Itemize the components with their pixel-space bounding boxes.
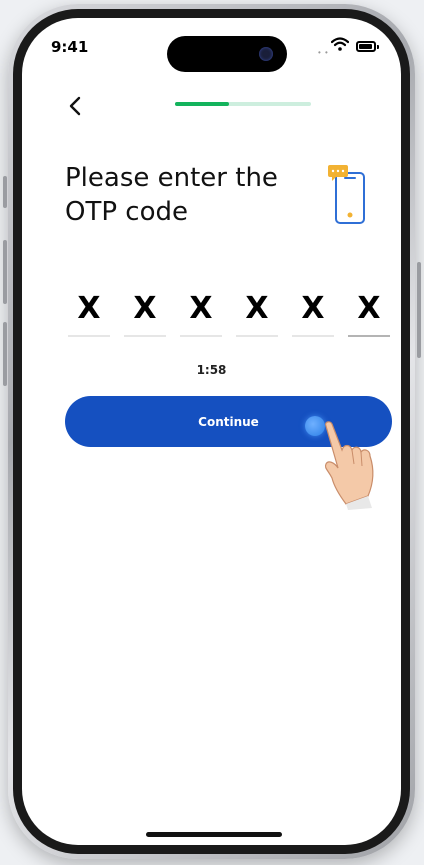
otp-underline-5 — [292, 335, 334, 337]
page-title: Please enter the OTP code — [65, 163, 278, 227]
otp-digit-1[interactable]: X — [68, 288, 110, 330]
silent-switch — [3, 176, 7, 208]
otp-digit-4[interactable]: X — [236, 288, 278, 330]
status-time: 9:41 — [51, 38, 89, 56]
progress-fill — [175, 102, 230, 106]
otp-digit-5[interactable]: X — [292, 288, 334, 330]
countdown-timer: 1:58 — [196, 363, 227, 377]
otp-digit-3[interactable]: X — [180, 288, 222, 330]
continue-button-label: Continue — [198, 414, 259, 429]
volume-up-button — [3, 240, 7, 304]
otp-digit-2[interactable]: X — [124, 288, 166, 330]
pointing-hand-icon — [324, 421, 374, 510]
battery-icon — [356, 41, 379, 52]
otp-digit-6[interactable]: X — [348, 288, 390, 330]
phone-message-icon — [328, 165, 365, 224]
otp-underline-4 — [236, 335, 278, 337]
home-indicator[interactable] — [146, 832, 282, 837]
wifi-icon — [331, 37, 349, 51]
chevron-left-icon — [69, 96, 81, 116]
dynamic-island — [167, 36, 287, 72]
otp-underline-3 — [180, 335, 222, 337]
camera-icon — [259, 47, 273, 61]
signal-dots-icon: • • — [318, 48, 329, 57]
otp-underline-1 — [68, 335, 110, 337]
progress-bar — [175, 102, 311, 106]
otp-underline-6 — [348, 335, 390, 337]
screen: 9:41 • • Please enter the OTP code X X X… — [22, 18, 401, 845]
power-button — [417, 262, 421, 358]
otp-underline-2 — [124, 335, 166, 337]
otp-input-group: X X X X X X — [68, 288, 394, 348]
volume-down-button — [3, 322, 7, 386]
back-button[interactable] — [68, 96, 92, 120]
